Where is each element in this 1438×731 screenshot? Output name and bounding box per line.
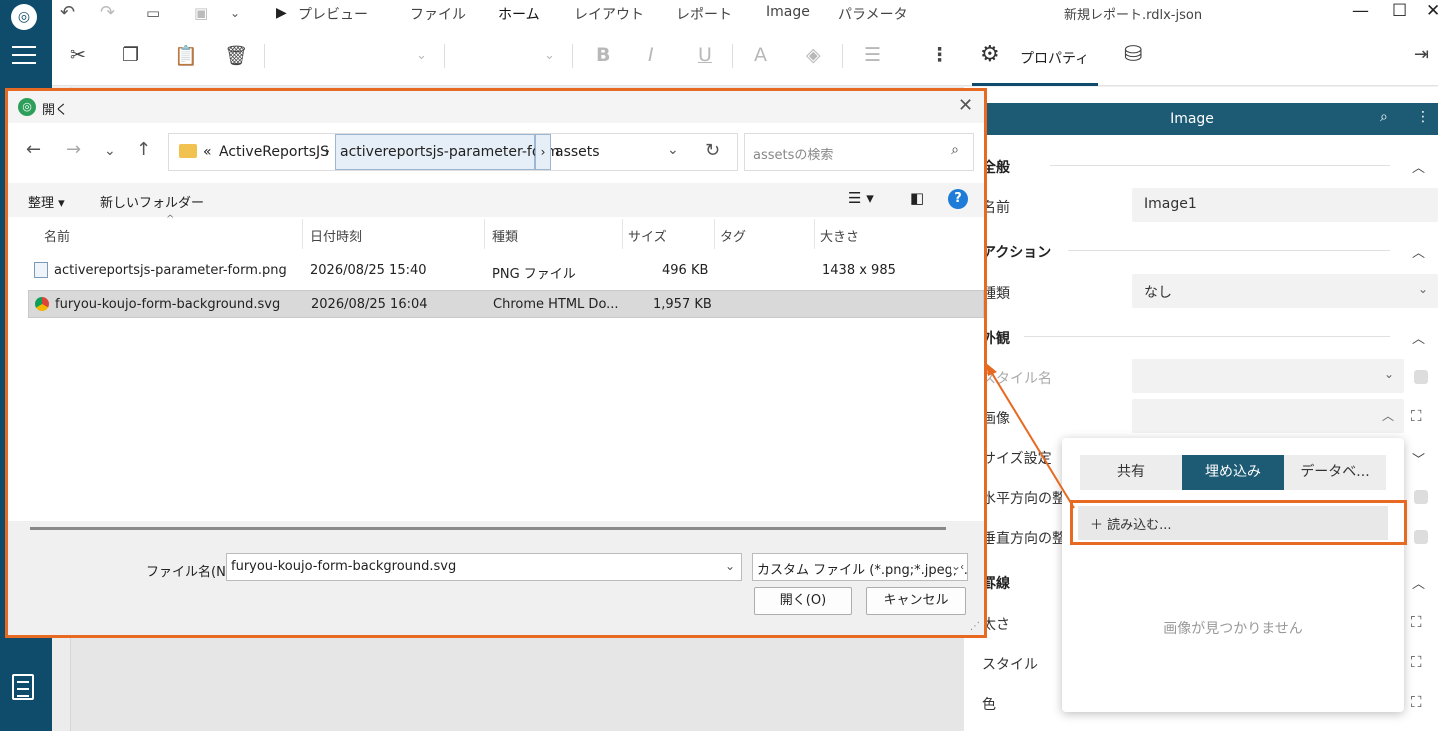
column-date[interactable]: 日付時刻 — [310, 226, 362, 245]
view-options-icon[interactable]: ☰ ▾ — [848, 189, 874, 207]
close-icon[interactable]: ✕ — [958, 95, 973, 116]
file-name: furyou-koujo-form-background.svg — [55, 297, 281, 312]
up-arrow-icon[interactable]: ↑ — [136, 139, 151, 160]
file-name: activereportsjs-parameter-form.png — [54, 263, 287, 278]
file-date: 2026/08/25 15:40 — [310, 263, 427, 278]
address-dropdown-icon[interactable]: ⌄ — [667, 142, 679, 158]
filename-value: furyou-koujo-form-background.svg — [231, 559, 457, 574]
column-type[interactable]: 種類 — [492, 226, 518, 245]
file-type: Chrome HTML Do... — [493, 297, 619, 312]
filename-input[interactable]: furyou-koujo-form-background.svg ⌄ — [226, 553, 742, 581]
column-divider — [302, 219, 303, 249]
dialog-titlebar: ◎ 開く ✕ — [8, 91, 984, 123]
callout-arrow-head — [986, 363, 997, 376]
column-divider — [622, 219, 623, 249]
column-size[interactable]: サイズ — [628, 226, 667, 245]
app-icon: ◎ — [18, 98, 36, 116]
dialog-footer: ファイル名(N): furyou-koujo-form-background.s… — [8, 521, 984, 635]
chevron-down-icon[interactable]: ⌄ — [725, 559, 735, 573]
address-bar[interactable]: « ActiveReportsJS › activereportsjs-para… — [168, 133, 738, 171]
breadcrumb-parameter-form[interactable]: activereportsjs-parameter-form — [335, 134, 560, 170]
search-placeholder: assetsの検索 — [753, 148, 834, 163]
filetype-select[interactable]: カスタム ファイル (*.png;*.jpeg;*.jpg ⌄ — [752, 553, 968, 581]
refresh-icon[interactable]: ↻ — [705, 140, 720, 161]
file-dimensions: 1438 x 985 — [822, 263, 896, 278]
column-divider — [814, 219, 815, 249]
column-name[interactable]: 名前 — [44, 226, 70, 245]
chevron-down-icon: ⌄ — [950, 559, 961, 573]
dialog-command-bar: 整理 ▾ 新しいフォルダー ☰ ▾ ◧ ? — [8, 183, 984, 217]
search-input[interactable]: assetsの検索 ⌕ — [744, 133, 974, 171]
dialog-title: 開く — [42, 103, 69, 118]
organize-button[interactable]: 整理 ▾ — [28, 192, 65, 211]
column-tags[interactable]: タグ — [720, 226, 746, 245]
column-divider — [714, 219, 715, 249]
chrome-file-icon — [35, 297, 49, 311]
open-file-dialog: ◎ 開く ✕ ← → ⌄ ↑ « ActiveReportsJS › activ… — [5, 88, 987, 638]
file-size: 496 KB — [662, 263, 709, 278]
callout-arrow-line — [989, 369, 1075, 509]
cancel-button[interactable]: キャンセル — [866, 587, 966, 615]
file-list-header: 名前 ^ 日付時刻 種類 サイズ タグ 大きさ — [8, 214, 984, 249]
file-type: PNG ファイル — [492, 267, 576, 282]
file-size: 1,957 KB — [653, 297, 712, 312]
breadcrumb-activereportsjs[interactable]: ActiveReportsJS — [219, 144, 329, 160]
back-arrow-icon[interactable]: ← — [26, 139, 41, 160]
sort-arrow-icon: ^ — [166, 214, 175, 225]
preview-pane-icon[interactable]: ◧ — [910, 189, 924, 207]
folder-icon — [179, 144, 197, 158]
breadcrumb-separator-icon: › — [325, 144, 330, 158]
new-folder-button[interactable]: 新しいフォルダー — [100, 192, 204, 211]
file-date: 2026/08/25 16:04 — [311, 297, 428, 312]
column-dimensions[interactable]: 大きさ — [820, 226, 859, 245]
recent-dropdown-icon[interactable]: ⌄ — [104, 143, 116, 159]
breadcrumb-assets[interactable]: assets — [555, 144, 600, 160]
png-file-icon — [34, 262, 48, 278]
filetype-value: カスタム ファイル (*.png;*.jpeg;*.jpg — [757, 563, 968, 578]
column-divider — [484, 219, 485, 249]
file-row-selected[interactable]: furyou-koujo-form-background.svg 2026/08… — [28, 290, 984, 318]
filename-label: ファイル名(N): — [146, 565, 236, 580]
forward-arrow-icon[interactable]: → — [66, 139, 81, 160]
horizontal-scrollbar[interactable] — [30, 527, 946, 530]
breadcrumb-root[interactable]: « — [203, 144, 212, 160]
resize-grip-icon[interactable]: ⋰ — [970, 621, 980, 632]
help-icon[interactable]: ? — [948, 189, 968, 209]
open-button[interactable]: 開く(O) — [754, 587, 852, 615]
search-icon: ⌕ — [951, 142, 959, 158]
breadcrumb-chevron-icon[interactable]: › — [535, 134, 551, 170]
breadcrumb-parameter-form-label: activereportsjs-parameter-form — [340, 144, 560, 160]
file-row[interactable]: activereportsjs-parameter-form.png 2026/… — [28, 257, 984, 285]
